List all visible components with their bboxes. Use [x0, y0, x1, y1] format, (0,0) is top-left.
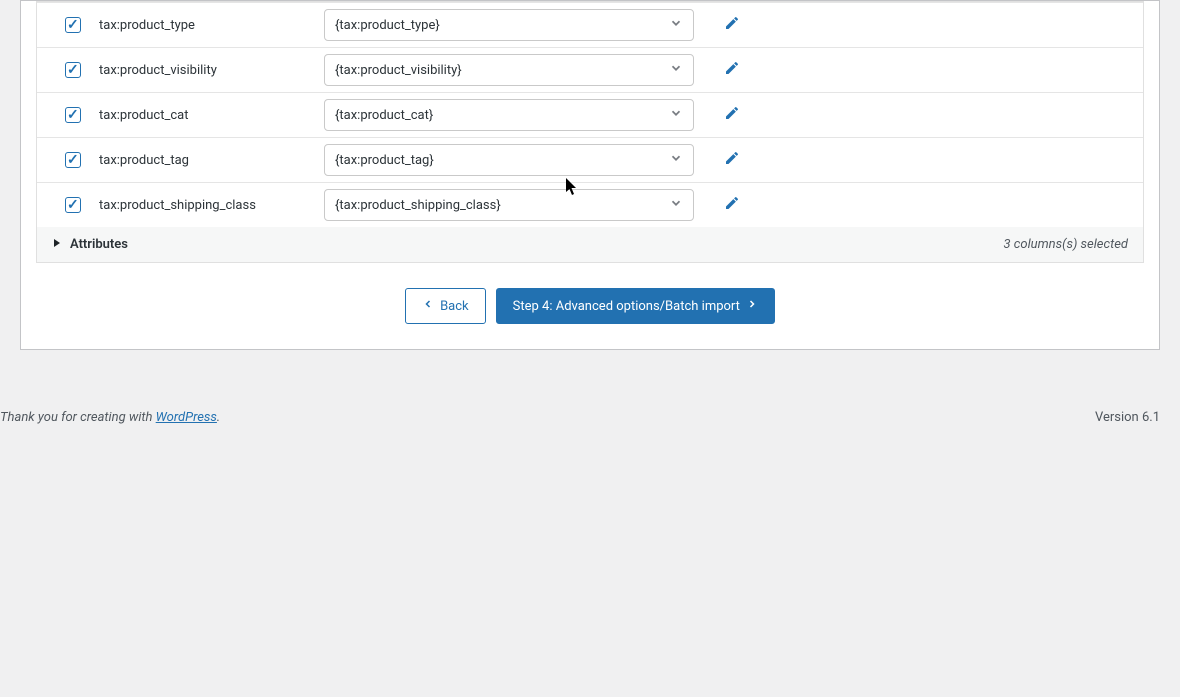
back-button-label: Back — [440, 299, 469, 314]
footer-thanks-suffix: . — [217, 410, 220, 425]
row-select[interactable]: {tax:product_type} — [324, 9, 694, 41]
footer-version: Version 6.1 — [1095, 410, 1160, 425]
chevron-left-icon — [422, 298, 434, 314]
row-checkbox[interactable] — [65, 17, 81, 33]
pencil-icon[interactable] — [724, 20, 740, 35]
section-selected-count: 3 columns(s) selected — [1004, 237, 1128, 252]
pencil-icon[interactable] — [724, 155, 740, 170]
row-label: tax:product_visibility — [99, 63, 324, 78]
row-select[interactable]: {tax:product_shipping_class} — [324, 189, 694, 221]
mapping-row: tax:product_shipping_class {tax:product_… — [37, 183, 1143, 227]
row-select[interactable]: {tax:product_cat} — [324, 99, 694, 131]
row-label: tax:product_shipping_class — [99, 198, 324, 213]
caret-right-icon — [52, 237, 62, 252]
row-checkbox[interactable] — [65, 152, 81, 168]
section-header-attributes[interactable]: Attributes 3 columns(s) selected — [37, 227, 1143, 262]
select-value: {tax:product_cat} — [335, 108, 433, 123]
mapping-row: tax:product_visibility {tax:product_visi… — [37, 48, 1143, 93]
wordpress-link[interactable]: WordPress — [156, 410, 217, 425]
footer-thanks-prefix: Thank you for creating with — [0, 410, 156, 425]
pencil-icon[interactable] — [724, 200, 740, 215]
mapping-row: tax:product_cat {tax:product_cat} — [37, 93, 1143, 138]
row-label: tax:product_cat — [99, 108, 324, 123]
row-checkbox[interactable] — [65, 62, 81, 78]
wp-footer: Thank you for creating with WordPress. V… — [0, 390, 1160, 445]
select-value: {tax:product_shipping_class} — [335, 198, 501, 213]
select-value: {tax:product_visibility} — [335, 63, 462, 78]
chevron-down-icon — [669, 151, 683, 169]
row-select[interactable]: {tax:product_visibility} — [324, 54, 694, 86]
row-checkbox[interactable] — [65, 107, 81, 123]
chevron-down-icon — [669, 106, 683, 124]
row-checkbox[interactable] — [65, 197, 81, 213]
chevron-down-icon — [669, 61, 683, 79]
next-button-label: Step 4: Advanced options/Batch import — [513, 299, 740, 314]
chevron-right-icon — [746, 298, 758, 314]
row-label: tax:product_tag — [99, 153, 324, 168]
mapping-row: tax:product_tag {tax:product_tag} — [37, 138, 1143, 183]
row-select[interactable]: {tax:product_tag} — [324, 144, 694, 176]
back-button[interactable]: Back — [405, 288, 486, 324]
section-title: Attributes — [70, 237, 128, 252]
chevron-down-icon — [669, 196, 683, 214]
select-value: {tax:product_type} — [335, 18, 440, 33]
chevron-down-icon — [669, 16, 683, 34]
row-label: tax:product_type — [99, 18, 324, 33]
select-value: {tax:product_tag} — [335, 153, 434, 168]
mapping-row: tax:product_type {tax:product_type} — [37, 2, 1143, 48]
pencil-icon[interactable] — [724, 65, 740, 80]
pencil-icon[interactable] — [724, 110, 740, 125]
next-button[interactable]: Step 4: Advanced options/Batch import — [496, 288, 775, 324]
